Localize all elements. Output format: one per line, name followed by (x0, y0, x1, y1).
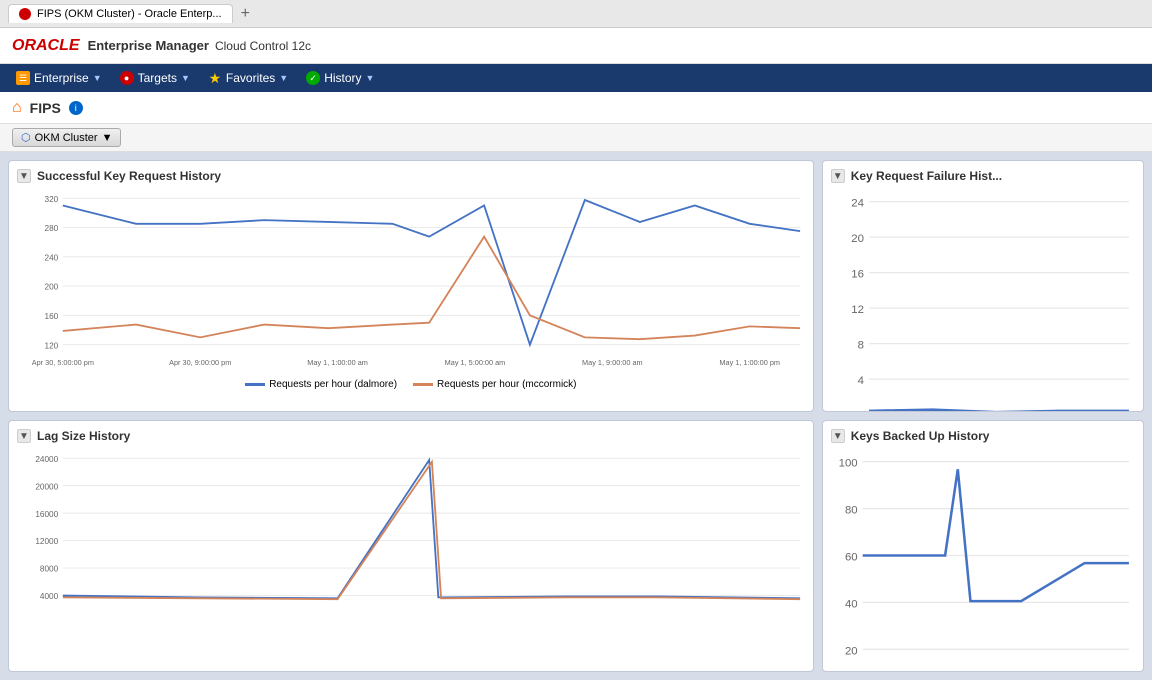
favorites-icon: ★ (208, 71, 222, 85)
info-icon[interactable]: i (69, 101, 83, 115)
key-request-failure-panel: ▼ Key Request Failure Hist... 24 20 16 1… (822, 160, 1144, 412)
chart-svg-keys: 100 80 60 40 20 (831, 449, 1135, 672)
panel-header-lag: ▼ Lag Size History (17, 429, 805, 443)
svg-text:240: 240 (44, 253, 58, 262)
svg-text:80: 80 (845, 505, 858, 517)
app-header: ORACLE Enterprise Manager Cloud Control … (0, 28, 1152, 64)
panel-header-keys: ▼ Keys Backed Up History (831, 429, 1135, 443)
svg-text:May 1, 1:00:00 am: May 1, 1:00:00 am (307, 358, 368, 367)
enterprise-icon: ☰ (16, 71, 30, 85)
sub-nav: ⬡ OKM Cluster ▼ (0, 124, 1152, 152)
svg-text:24000: 24000 (35, 455, 58, 464)
chart-area-failure: 24 20 16 12 8 4 0 Apr 30, 5:00:00 pm Apr… (831, 189, 1135, 412)
nav-enterprise[interactable]: ☰ Enterprise ▼ (8, 67, 110, 89)
collapse-icon-lag[interactable]: ▼ (17, 429, 31, 443)
nav-history[interactable]: ✓ History ▼ (298, 67, 382, 89)
oracle-logo: ORACLE (12, 37, 80, 55)
svg-text:160: 160 (44, 312, 58, 321)
collapse-icon-keys[interactable]: ▼ (831, 429, 845, 443)
svg-text:20: 20 (851, 233, 864, 245)
panel-title-keys: Keys Backed Up History (851, 429, 990, 443)
chart-area-successful: 320 280 240 200 160 120 Apr 30, 5:00:00 … (17, 189, 805, 390)
panel-title-failure: Key Request Failure Hist... (851, 169, 1002, 183)
nav-favorites-label: Favorites (226, 71, 275, 85)
targets-chevron: ▼ (181, 73, 190, 83)
svg-text:320: 320 (44, 195, 58, 204)
legend-line-dalmore (245, 383, 265, 386)
main-content: ▼ Successful Key Request History 320 280… (0, 152, 1152, 680)
svg-text:16: 16 (851, 269, 864, 281)
panel-title-successful: Successful Key Request History (37, 169, 221, 183)
chart-svg-lag: 24000 20000 16000 12000 8000 4000 (17, 449, 805, 623)
svg-text:200: 200 (44, 283, 58, 292)
cluster-label: OKM Cluster (35, 132, 98, 144)
collapse-icon-failure[interactable]: ▼ (831, 169, 845, 183)
svg-text:8000: 8000 (40, 565, 59, 574)
successful-key-request-panel: ▼ Successful Key Request History 320 280… (8, 160, 814, 412)
collapse-icon-successful[interactable]: ▼ (17, 169, 31, 183)
chart-svg-failure: 24 20 16 12 8 4 0 Apr 30, 5:00:00 pm Apr… (831, 189, 1135, 412)
svg-text:0: 0 (857, 411, 863, 412)
svg-text:40: 40 (845, 598, 858, 610)
svg-text:16000: 16000 (35, 510, 58, 519)
app-version: Cloud Control 12c (215, 39, 311, 53)
panel-header-successful: ▼ Successful Key Request History (17, 169, 805, 183)
app-name: Enterprise Manager (88, 38, 209, 53)
svg-text:May 1, 9:00:00 am: May 1, 9:00:00 am (582, 358, 643, 367)
svg-text:120: 120 (44, 341, 58, 350)
cluster-chevron: ▼ (102, 132, 113, 144)
panel-header-failure: ▼ Key Request Failure Hist... (831, 169, 1135, 183)
svg-text:60: 60 (845, 552, 858, 564)
svg-text:100: 100 (838, 458, 857, 470)
lag-size-panel: ▼ Lag Size History 24000 20000 16000 120… (8, 420, 814, 672)
svg-text:May 1, 5:00:00 am: May 1, 5:00:00 am (445, 358, 506, 367)
page-header: ⌂ FIPS i (0, 92, 1152, 124)
history-chevron: ▼ (366, 73, 375, 83)
legend-label-mccormick: Requests per hour (mccormick) (437, 379, 576, 390)
legend-line-mccormick (413, 383, 433, 386)
targets-icon: ● (120, 71, 134, 85)
page-title: FIPS (30, 100, 61, 116)
legend-dalmore: Requests per hour (dalmore) (245, 379, 397, 390)
svg-text:12: 12 (851, 304, 864, 316)
okm-cluster-button[interactable]: ⬡ OKM Cluster ▼ (12, 128, 121, 147)
svg-text:24: 24 (851, 198, 864, 210)
nav-favorites[interactable]: ★ Favorites ▼ (200, 67, 296, 89)
cluster-icon: ⬡ (21, 131, 31, 144)
keys-backed-up-panel: ▼ Keys Backed Up History 100 80 60 40 20 (822, 420, 1144, 672)
svg-text:20: 20 (845, 645, 858, 657)
nav-bar: ☰ Enterprise ▼ ● Targets ▼ ★ Favorites ▼… (0, 64, 1152, 92)
browser-chrome: FIPS (OKM Cluster) - Oracle Enterp... + (0, 0, 1152, 28)
legend-label-dalmore: Requests per hour (dalmore) (269, 379, 397, 390)
svg-text:20000: 20000 (35, 482, 58, 491)
panel-title-lag: Lag Size History (37, 429, 130, 443)
legend-mccormick: Requests per hour (mccormick) (413, 379, 576, 390)
nav-targets-label: Targets (138, 71, 177, 85)
new-tab-button[interactable]: + (241, 5, 250, 23)
browser-tab[interactable]: FIPS (OKM Cluster) - Oracle Enterp... (8, 4, 233, 23)
svg-text:12000: 12000 (35, 537, 58, 546)
svg-text:Apr 30, 5:00:00 pm: Apr 30, 5:00:00 pm (32, 358, 94, 367)
favorites-chevron: ▼ (279, 73, 288, 83)
nav-targets[interactable]: ● Targets ▼ (112, 67, 198, 89)
nav-enterprise-label: Enterprise (34, 71, 89, 85)
svg-text:4000: 4000 (40, 592, 59, 601)
chart-area-lag: 24000 20000 16000 12000 8000 4000 (17, 449, 805, 626)
chart-legend-successful: Requests per hour (dalmore) Requests per… (17, 379, 805, 390)
svg-text:May 1, 1:00:00 pm: May 1, 1:00:00 pm (719, 358, 780, 367)
svg-text:280: 280 (44, 224, 58, 233)
enterprise-chevron: ▼ (93, 73, 102, 83)
svg-text:4: 4 (857, 375, 864, 387)
chart-area-keys: 100 80 60 40 20 (831, 449, 1135, 672)
chart-svg-successful: 320 280 240 200 160 120 Apr 30, 5:00:00 … (17, 189, 805, 372)
tab-favicon (19, 8, 31, 20)
fips-home-icon: ⌂ (12, 99, 22, 117)
history-icon: ✓ (306, 71, 320, 85)
svg-text:Apr 30, 9:00:00 pm: Apr 30, 9:00:00 pm (169, 358, 231, 367)
nav-history-label: History (324, 71, 361, 85)
tab-title: FIPS (OKM Cluster) - Oracle Enterp... (37, 8, 222, 20)
svg-text:8: 8 (857, 340, 863, 352)
